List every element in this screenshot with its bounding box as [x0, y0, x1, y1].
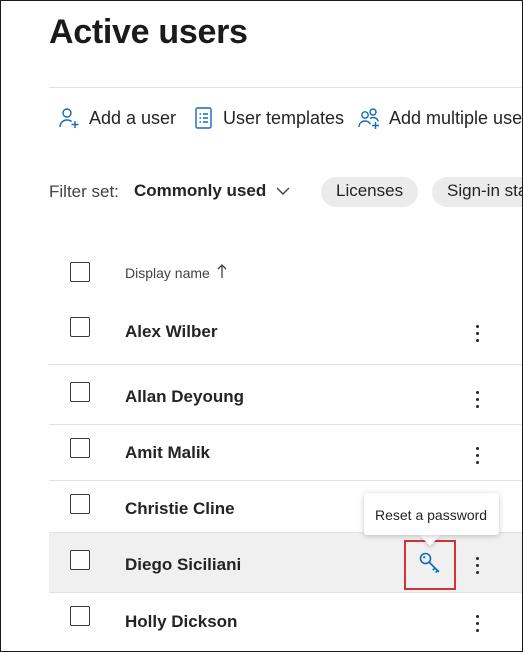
row-checkbox[interactable]	[70, 550, 90, 570]
user-display-name[interactable]: Holly Dickson	[125, 612, 237, 632]
more-dot	[475, 338, 479, 342]
display-name-header-label: Display name	[125, 264, 210, 281]
more-dot	[475, 570, 479, 574]
add-multiple-users-button[interactable]: Add multiple users	[357, 103, 523, 133]
user-templates-button[interactable]: User templates	[193, 103, 344, 133]
user-display-name[interactable]: Amit Malik	[125, 443, 210, 463]
more-vertical-icon	[475, 614, 479, 618]
more-dot	[475, 563, 479, 567]
reset-password-button[interactable]	[404, 540, 456, 590]
active-users-page: Active users Add a user User templates A…	[0, 0, 523, 652]
add-user-button[interactable]: Add a user	[57, 103, 176, 133]
reset-password-tooltip: Reset a password	[364, 493, 499, 535]
more-dot	[475, 621, 479, 625]
add-user-label: Add a user	[89, 107, 177, 128]
more-dot	[475, 404, 479, 408]
more-vertical-icon	[475, 446, 479, 450]
column-header-display-name[interactable]: Display name	[125, 263, 227, 282]
user-display-name[interactable]: Allan Deyoung	[125, 387, 244, 407]
add-multiple-users-label: Add multiple users	[389, 107, 523, 128]
more-dot	[475, 397, 479, 401]
more-vertical-icon	[475, 324, 479, 328]
table-row[interactable]: Diego Siciliani	[49, 533, 522, 593]
row-checkbox[interactable]	[70, 317, 90, 337]
select-all-checkbox[interactable]	[70, 262, 90, 282]
more-actions-button[interactable]	[467, 551, 487, 579]
row-checkbox[interactable]	[70, 382, 90, 402]
filter-pill-licenses[interactable]: Licenses	[321, 177, 419, 207]
arrow-up-icon	[210, 263, 227, 282]
table-row[interactable]: Holly Dickson	[49, 593, 522, 651]
page-title: Active users	[49, 13, 248, 51]
more-actions-button[interactable]	[467, 385, 487, 413]
chevron-down-icon	[266, 181, 291, 201]
more-vertical-icon	[475, 390, 479, 394]
more-dot	[475, 331, 479, 335]
user-display-name[interactable]: Diego Siciliani	[125, 555, 241, 575]
title-divider	[49, 87, 522, 88]
more-actions-button[interactable]	[467, 441, 487, 469]
more-actions-button[interactable]	[467, 609, 487, 637]
user-display-name[interactable]: Alex Wilber	[125, 322, 217, 342]
table-row[interactable]: Alex Wilber	[49, 303, 522, 365]
filter-pill-sign-in-status[interactable]: Sign-in status	[432, 177, 522, 207]
user-templates-label: User templates	[223, 107, 345, 128]
row-checkbox[interactable]	[70, 606, 90, 626]
key-icon	[418, 551, 442, 580]
row-checkbox[interactable]	[70, 438, 90, 458]
more-dot	[475, 628, 479, 632]
person-add-icon	[57, 106, 81, 130]
user-display-name[interactable]: Christie Cline	[125, 499, 235, 519]
people-add-icon	[357, 106, 381, 130]
table-header: Display name	[49, 247, 522, 299]
more-vertical-icon	[475, 556, 479, 560]
more-dot	[475, 460, 479, 464]
filter-set-label: Filter set:	[49, 182, 119, 201]
table-row[interactable]: Allan Deyoung	[49, 369, 522, 425]
table-row[interactable]: Amit Malik	[49, 425, 522, 481]
document-list-icon	[193, 106, 215, 130]
filter-set-value: Commonly used	[134, 181, 267, 200]
more-actions-button[interactable]	[467, 319, 487, 347]
row-checkbox[interactable]	[70, 494, 90, 514]
more-dot	[475, 453, 479, 457]
filter-set-dropdown[interactable]: Commonly used	[134, 181, 291, 201]
